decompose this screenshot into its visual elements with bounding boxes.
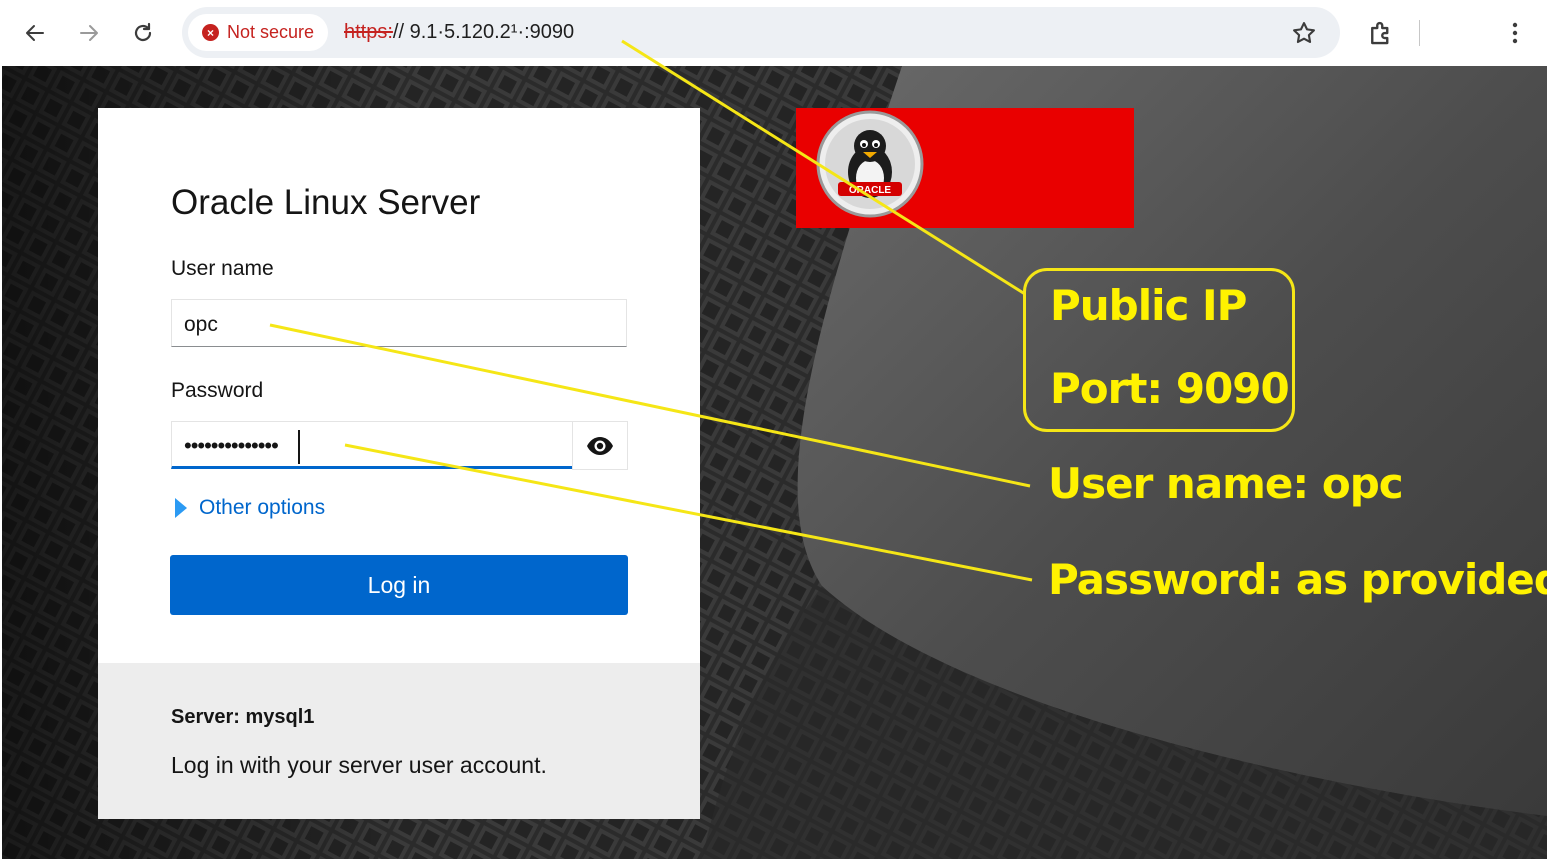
reload-icon: [134, 22, 152, 42]
toolbar-divider: [1419, 20, 1420, 46]
security-indicator[interactable]: × Not secure: [188, 14, 329, 51]
arrow-right-icon: [80, 25, 98, 41]
brand-banner: ORACLE: [796, 108, 1134, 228]
url-text[interactable]: https:// 9.1·5.120.2¹·:9090: [344, 21, 574, 44]
card-footer: [98, 663, 700, 819]
address-bar[interactable]: × Not secure https:// 9.1·5.120.2¹·:9090: [182, 7, 1340, 58]
oracle-linux-penguin-logo: ORACLE: [816, 110, 924, 218]
login-button[interactable]: Log in: [170, 555, 628, 615]
annotation-public-ip: Public IP: [1050, 281, 1247, 330]
text-caret: [298, 430, 300, 464]
server-name: Server: mysql1: [171, 706, 315, 728]
forward-button[interactable]: [69, 13, 109, 53]
browser-toolbar: × Not secure https:// 9.1·5.120.2¹·:9090: [0, 0, 1548, 66]
annotation-port: Port: 9090: [1050, 364, 1290, 413]
help-text: Log in with your server user account.: [171, 752, 547, 778]
caret-right-icon: [175, 498, 187, 518]
reload-button[interactable]: [123, 13, 163, 53]
back-button[interactable]: [15, 13, 55, 53]
other-options-toggle[interactable]: Other options: [175, 496, 325, 520]
annotation-password: Password: as provided: [1048, 555, 1547, 604]
bookmark-star-icon[interactable]: [1290, 19, 1318, 47]
more-menu-icon[interactable]: [1505, 18, 1525, 48]
warning-icon: ×: [202, 24, 219, 41]
username-label: User name: [171, 257, 274, 280]
url-rest: // 9.1·5.120.2¹·:9090: [392, 21, 575, 43]
eye-icon: [587, 436, 613, 455]
security-label: Not secure: [227, 22, 315, 42]
arrow-left-icon: [26, 25, 44, 41]
brand-logo-text: ORACLE: [849, 185, 892, 196]
username-field[interactable]: opc: [171, 299, 627, 347]
login-card: Oracle Linux Server User name opc Passwo…: [98, 108, 700, 819]
annotation-user-name: User name: opc: [1048, 459, 1404, 508]
other-options-label: Other options: [199, 496, 326, 519]
password-mask: ••••••••••••••: [184, 433, 279, 458]
extensions-icon[interactable]: [1366, 18, 1396, 48]
url-scheme: https:: [344, 21, 393, 43]
page-viewport: Oracle Linux Server User name opc Passwo…: [2, 66, 1547, 859]
page-title: Oracle Linux Server: [171, 183, 481, 222]
password-label: Password: [171, 379, 264, 402]
show-password-button[interactable]: [572, 421, 628, 470]
